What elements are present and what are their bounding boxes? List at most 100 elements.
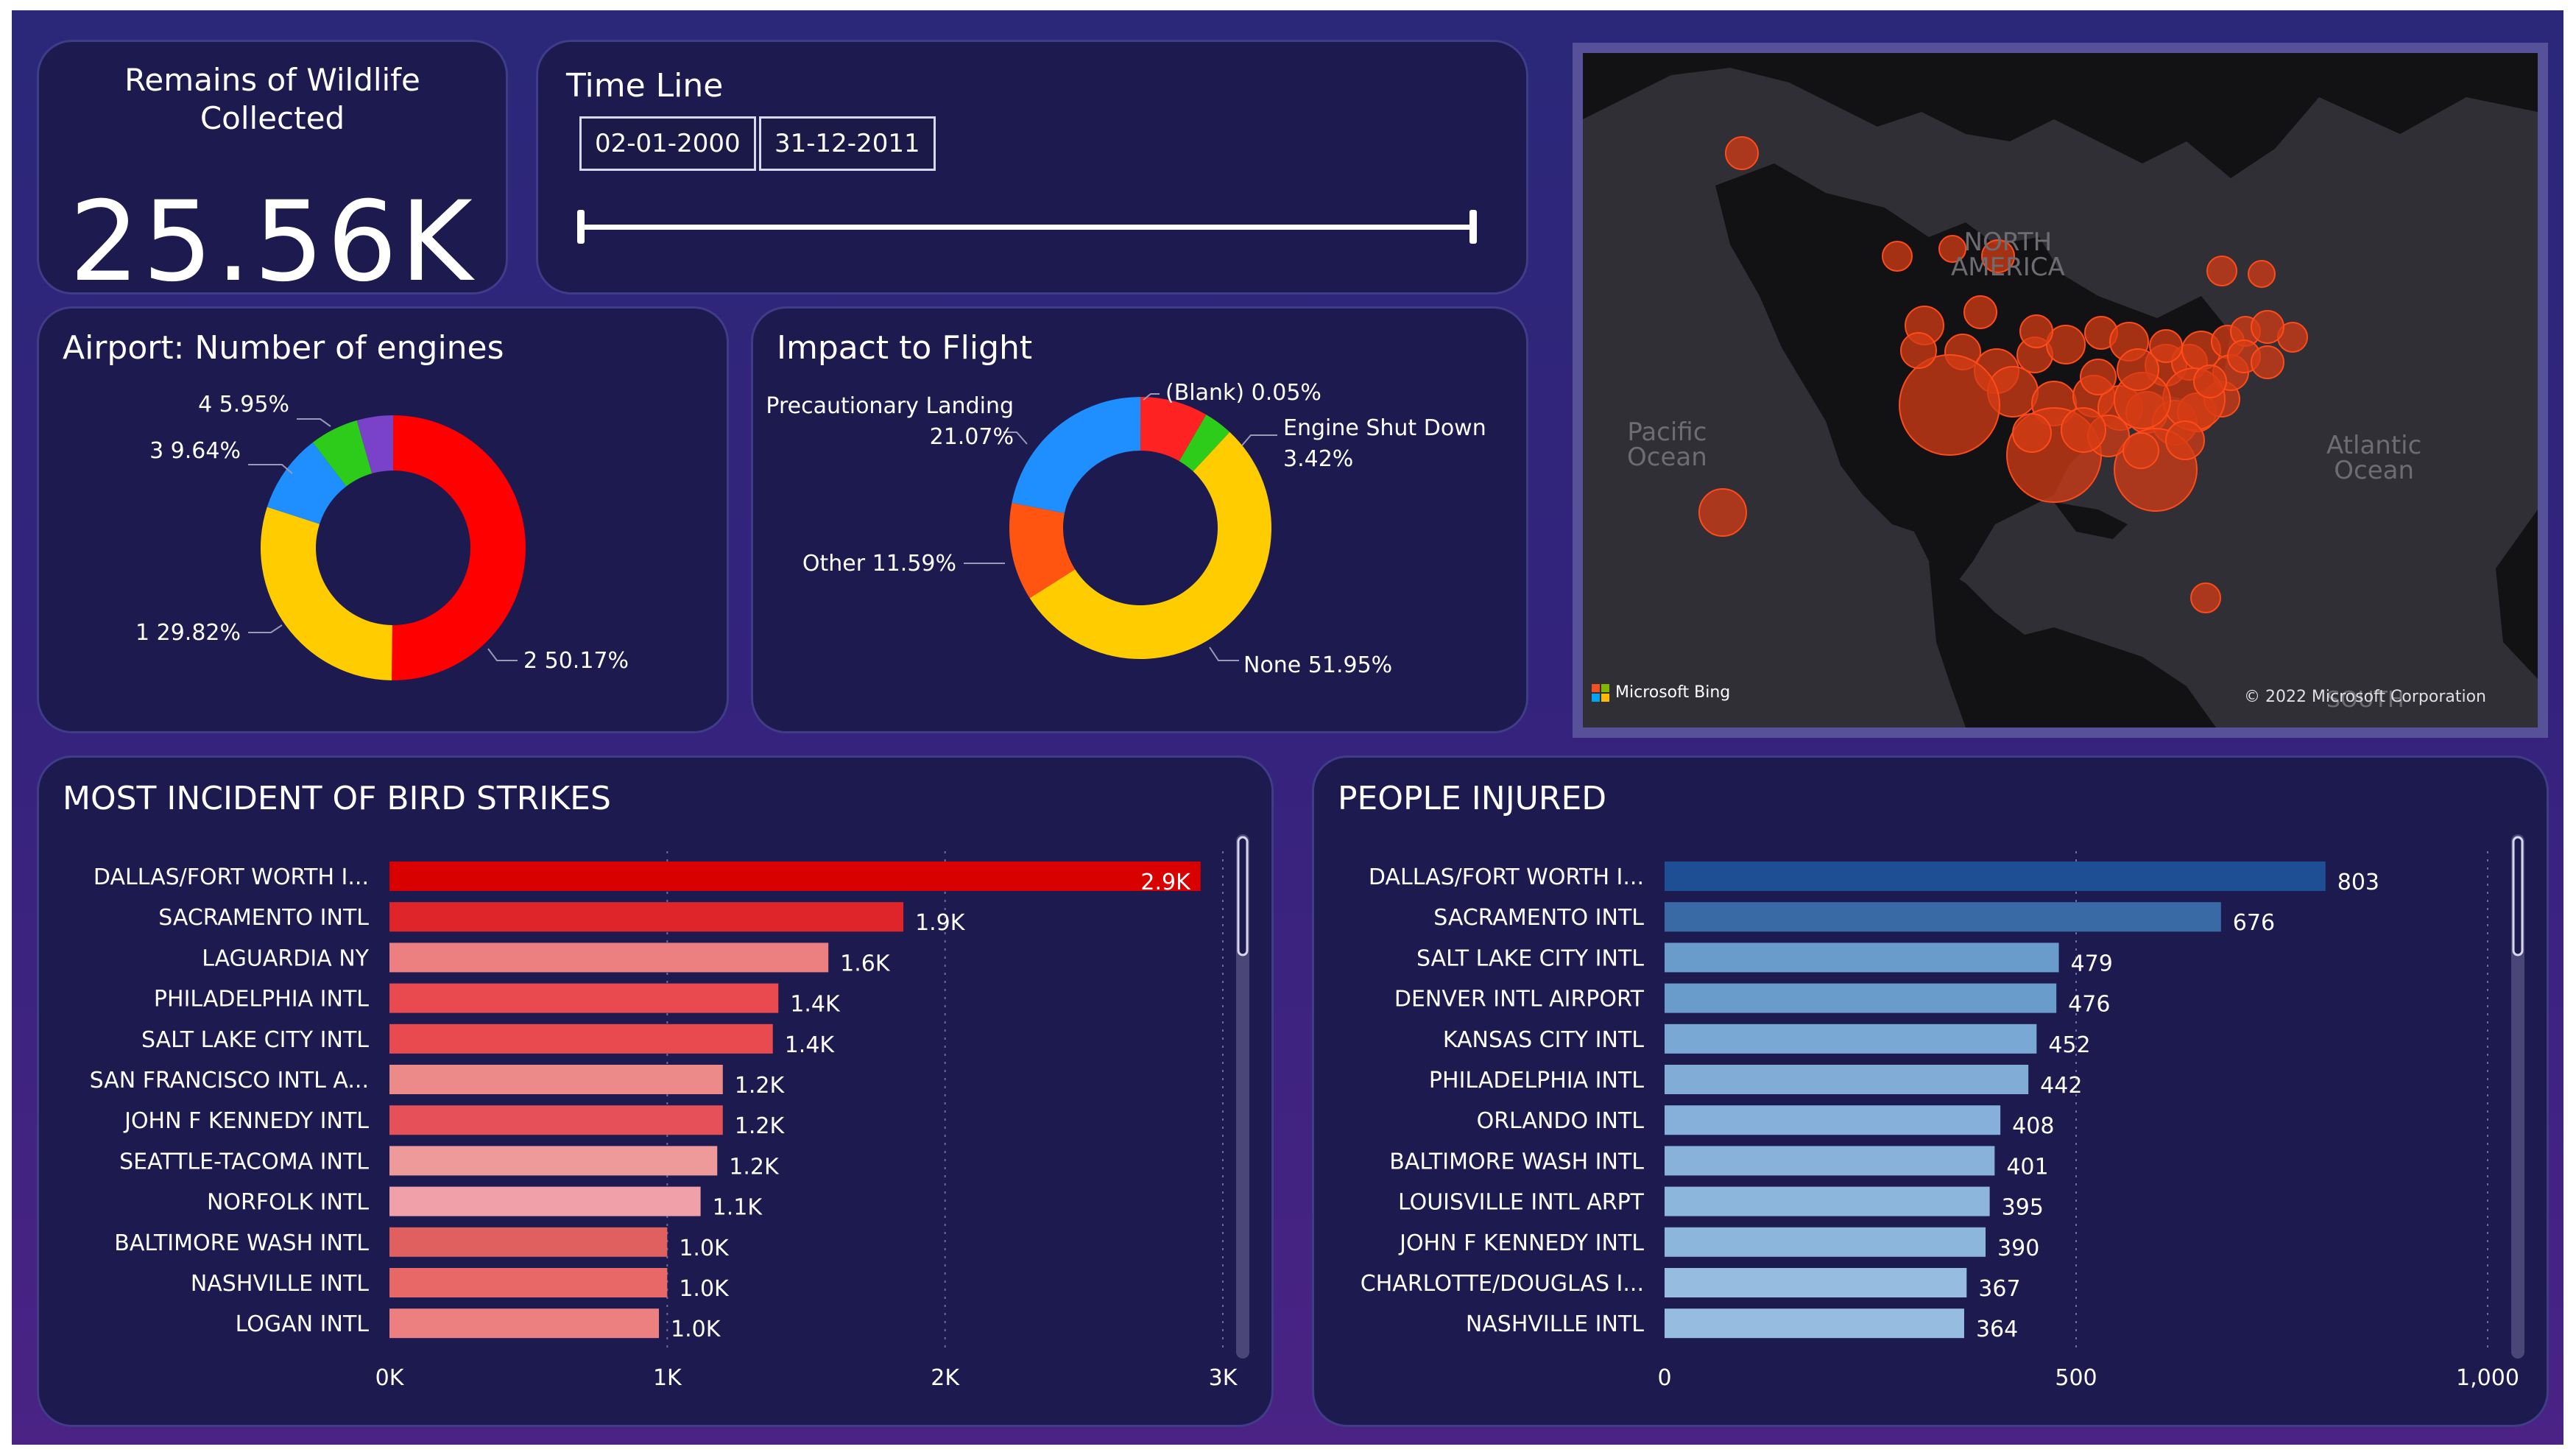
injured-bar[interactable] (1665, 1105, 2001, 1135)
kpi-title: Remains of Wildlife Collected (124, 62, 420, 136)
impact-chart-panel: Impact to Flight (Blank) 0.05% Engine Shu… (751, 306, 1528, 733)
injured-bar[interactable] (1665, 1186, 1990, 1216)
strikes-bar[interactable] (389, 943, 829, 973)
injured-category-label: DALLAS/FORT WORTH I... (1369, 864, 1644, 890)
injured-scrollbar-thumb[interactable] (2512, 836, 2524, 957)
strikes-scrollbar-thumb[interactable] (1237, 836, 1249, 957)
strikes-category-label: LAGUARDIA NY (202, 945, 369, 971)
injured-bar[interactable] (1665, 862, 2326, 891)
map-bubble[interactable] (2122, 432, 2159, 469)
impact-label-3: None 51.95% (1243, 652, 1392, 678)
injured-value-label: 390 (1997, 1236, 2039, 1261)
strikes-bar[interactable] (389, 1146, 718, 1176)
injured-bar[interactable] (1665, 1065, 2029, 1094)
strikes-value-label: 1.2K (735, 1073, 786, 1099)
bubble-map[interactable]: NORTH AMERICA Pacific Ocean Atlantic Oce… (1583, 53, 2538, 728)
map-bubble[interactable] (2149, 329, 2183, 363)
injured-bar[interactable] (1665, 943, 2059, 973)
map-bubble[interactable] (1698, 488, 1747, 537)
map-bubble[interactable] (2080, 359, 2117, 395)
injured-value-label: 676 (2233, 910, 2275, 936)
map-copyright: © 2022 Microsoft Corporation (2243, 688, 2486, 706)
strikes-value-label: 1.2K (735, 1113, 786, 1139)
map-bubble[interactable] (2206, 256, 2237, 286)
strikes-category-label: LOGAN INTL (236, 1311, 370, 1337)
map-bubble[interactable] (2251, 310, 2284, 344)
impact-slice-5[interactable] (1012, 397, 1140, 513)
map-bubble[interactable] (1725, 136, 1759, 170)
map-bubble[interactable] (1899, 354, 2000, 456)
strikes-category-label: DALLAS/FORT WORTH I... (93, 864, 369, 890)
injured-bar[interactable] (1665, 902, 2221, 932)
map-bubble[interactable] (1882, 241, 1913, 272)
strikes-value-label: 1.0K (679, 1276, 730, 1302)
injured-bar[interactable] (1665, 1146, 1995, 1176)
strikes-bar[interactable] (389, 902, 904, 932)
people-injured-panel: PEOPLE INJURED 0 500 1,000 DALLAS/FORT WORT… (1312, 755, 2549, 1427)
engines-label-0: 2 50.17% (523, 648, 629, 674)
map-bubble[interactable] (2248, 260, 2276, 288)
start-date-input[interactable]: 02-01-2000 (579, 116, 756, 171)
map-bubble[interactable] (2061, 407, 2106, 453)
injured-bar[interactable] (1665, 1308, 1964, 1339)
injured-category-label: DENVER INTL AIRPORT (1394, 987, 1645, 1012)
injured-bar[interactable] (1665, 1227, 1986, 1257)
map-svg (1583, 53, 2538, 728)
injured-value-label: 803 (2337, 870, 2379, 895)
map-bubble[interactable] (2012, 413, 2052, 453)
engines-label-1: 1 29.82% (135, 620, 241, 646)
strikes-bar[interactable] (389, 1186, 701, 1216)
strikes-category-label: PHILADELPHIA INTL (154, 987, 369, 1012)
label-atlantic-ocean: Atlantic Ocean (2326, 431, 2422, 485)
bing-label: Microsoft Bing (1615, 683, 1731, 702)
strikes-category-label: SALT LAKE CITY INTL (141, 1027, 369, 1053)
timeline-slicer: Time Line 02-01-2000 31-12-2011 (536, 40, 1528, 295)
impact-label-2: Engine Shut Down 3.42% (1283, 415, 1486, 472)
injured-x-tick: 0 (1657, 1365, 1671, 1391)
impact-leader-line-2 (1241, 434, 1277, 446)
end-date-input[interactable]: 31-12-2011 (759, 116, 936, 171)
map-bubble[interactable] (2019, 314, 2053, 348)
injured-x-tick: 500 (2055, 1365, 2097, 1391)
injured-value-label: 395 (2002, 1195, 2044, 1221)
impact-leader-line-3 (1209, 647, 1239, 661)
injured-bar[interactable] (1665, 1268, 1967, 1297)
injured-value-label: 364 (1976, 1317, 2018, 1342)
strikes-category-label: SACRAMENTO INTL (158, 905, 369, 931)
strikes-value-label: 1.6K (840, 951, 891, 976)
injured-bar[interactable] (1665, 1024, 2037, 1054)
injured-bar[interactable] (1665, 983, 2057, 1013)
engines-leader-line-1 (248, 624, 283, 633)
microsoft-logo-icon (1592, 683, 1609, 702)
label-pacific-ocean: Pacific Ocean (1627, 418, 1707, 472)
strikes-x-tick: 2K (931, 1365, 960, 1391)
strikes-bar[interactable] (389, 1227, 668, 1257)
engines-slice-1[interactable] (260, 507, 392, 680)
strikes-bar[interactable] (389, 862, 1201, 891)
impact-label-0: (Blank) 0.05% (1165, 380, 1321, 406)
strikes-value-label: 1.4K (785, 1032, 836, 1058)
map-bubble[interactable] (1900, 332, 1937, 369)
strikes-value-label: 1.9K (915, 910, 966, 936)
injured-category-label: SALT LAKE CITY INTL (1416, 945, 1644, 971)
map-bubble[interactable] (1963, 295, 1997, 329)
slider-end-handle[interactable] (1469, 210, 1477, 244)
strikes-category-label: JOHN F KENNEDY INTL (123, 1108, 369, 1134)
strikes-bar[interactable] (389, 983, 779, 1013)
injured-value-label: 367 (1978, 1276, 2020, 1302)
engines-slice-0[interactable] (392, 415, 526, 680)
strikes-bar[interactable] (389, 1268, 668, 1297)
injured-category-label: ORLANDO INTL (1477, 1108, 1645, 1134)
timeline-slider-track[interactable] (579, 225, 1475, 230)
map-bubble[interactable] (2190, 582, 2221, 613)
strikes-category-label: SEATTLE-TACOMA INTL (119, 1149, 369, 1174)
strikes-bar[interactable] (389, 1105, 723, 1135)
map-bubble[interactable] (2165, 420, 2205, 460)
strikes-bar[interactable] (389, 1024, 773, 1054)
slider-start-handle[interactable] (577, 210, 585, 244)
map-bubble[interactable] (2193, 364, 2227, 398)
strikes-bar[interactable] (389, 1065, 723, 1094)
map-bubble[interactable] (2251, 345, 2284, 379)
strikes-bar[interactable] (389, 1308, 660, 1339)
injured-category-label: SACRAMENTO INTL (1433, 905, 1644, 931)
